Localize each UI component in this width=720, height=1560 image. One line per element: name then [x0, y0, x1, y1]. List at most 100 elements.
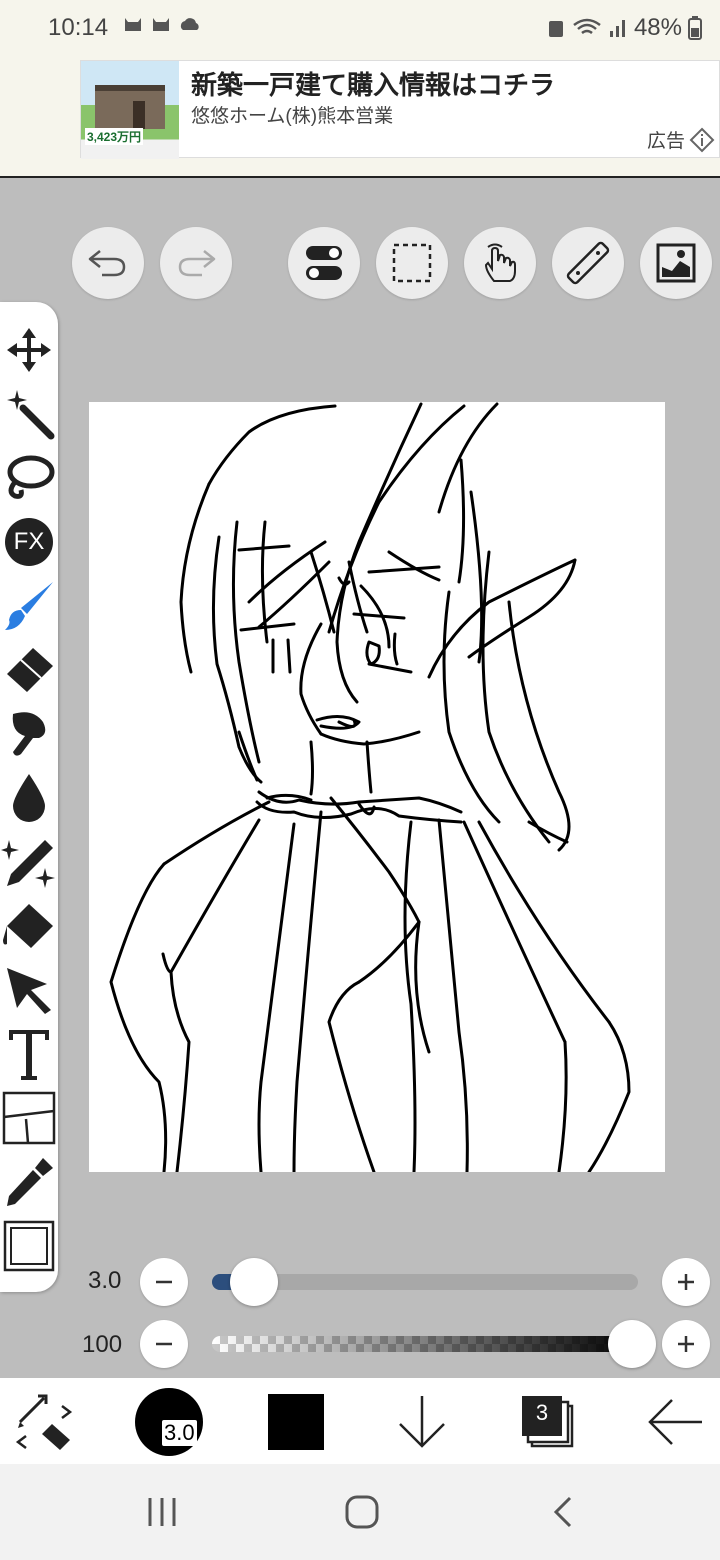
lasso-tool[interactable]	[0, 446, 58, 510]
chevron-left-icon	[553, 1496, 572, 1528]
battery-percent: 48%	[633, 14, 682, 41]
cloud-icon	[180, 18, 199, 30]
image-button[interactable]	[640, 227, 712, 299]
minus-icon	[156, 1280, 172, 1284]
ad-title[interactable]: 新築一戸建て購入情報はコチラ	[191, 65, 555, 102]
smudge-icon	[12, 712, 46, 756]
fill-tool[interactable]	[0, 894, 58, 958]
fx-tool[interactable]: FX	[0, 510, 58, 574]
opacity-slider-gradient	[212, 1336, 638, 1352]
drawing-canvas[interactable]	[89, 402, 665, 1172]
move-icon	[7, 328, 51, 372]
back-button[interactable]	[644, 1392, 706, 1452]
swap-tool-icon	[15, 1394, 73, 1450]
ad-banner[interactable]: 3,423万円 新築一戸建て購入情報はコチラ 悠悠ホーム(株)熊本営業 広告	[0, 58, 720, 178]
recent-apps-button[interactable]	[142, 1494, 182, 1530]
magic-wand-tool[interactable]	[0, 382, 58, 446]
image-icon	[656, 243, 696, 283]
selection-button[interactable]	[376, 227, 448, 299]
size-decrease-button[interactable]	[140, 1258, 188, 1306]
redo-icon	[178, 250, 216, 277]
fill-icon	[3, 904, 53, 948]
hand-icon	[484, 243, 516, 282]
plus-icon	[678, 1336, 694, 1352]
recycle-icon	[548, 21, 563, 37]
arrow-down-icon	[399, 1396, 445, 1448]
brush-size-button[interactable]: 3.0	[135, 1388, 203, 1456]
opacity-value: 100	[82, 1331, 123, 1358]
opacity-slider-track[interactable]	[212, 1336, 638, 1352]
plus-icon	[678, 1274, 694, 1290]
lasso-icon	[7, 455, 55, 499]
fx-icon: FX	[5, 518, 53, 566]
special-brush-tool[interactable]	[0, 830, 58, 894]
pointer-icon	[7, 968, 51, 1014]
tool-panel: FX	[0, 302, 58, 1292]
blur-tool[interactable]	[0, 766, 58, 830]
fx-label: FX	[13, 528, 45, 555]
home-button[interactable]	[344, 1494, 380, 1530]
brush-size-label: 3.0	[162, 1420, 197, 1446]
swap-brush-eraser-button[interactable]	[14, 1392, 74, 1452]
arrow-left-icon	[648, 1399, 702, 1445]
eraser-icon	[7, 648, 53, 692]
size-slider-thumb[interactable]	[229, 1258, 278, 1306]
opacity-increase-button[interactable]	[662, 1320, 710, 1368]
brush-tool[interactable]	[0, 574, 58, 638]
text-icon	[9, 1030, 49, 1080]
text-tool[interactable]	[0, 1022, 58, 1086]
select-pointer-tool[interactable]	[0, 958, 58, 1022]
color-swatch-button[interactable]	[268, 1394, 324, 1450]
selection-icon	[392, 243, 432, 283]
wifi-icon	[573, 18, 601, 35]
droplet-icon	[13, 774, 45, 822]
size-value: 3.0	[88, 1267, 122, 1294]
battery-icon	[688, 16, 702, 40]
status-right: 48%	[546, 14, 702, 42]
notification-icons	[122, 14, 202, 36]
bottom-toolbar: 3.0 3	[0, 1378, 720, 1464]
layers-button[interactable]: 3	[518, 1392, 578, 1452]
info-icon	[689, 127, 715, 152]
smudge-tool[interactable]	[0, 702, 58, 766]
ad-subtitle[interactable]: 悠悠ホーム(株)熊本営業	[191, 101, 393, 128]
ad-price: 3,423万円	[85, 128, 144, 145]
system-nav-bar	[0, 1464, 720, 1560]
frame-divider-tool[interactable]	[0, 1086, 58, 1150]
eyedropper-icon	[7, 1158, 53, 1206]
canvas-icon	[3, 1220, 55, 1272]
status-time: 10:14	[48, 14, 109, 41]
ruler-icon	[566, 241, 610, 285]
touch-button[interactable]	[464, 227, 536, 299]
move-tool[interactable]	[0, 318, 58, 382]
canvas-tool[interactable]	[0, 1214, 58, 1278]
nav-back-button[interactable]	[548, 1494, 578, 1530]
minus-icon	[156, 1342, 172, 1346]
download-button[interactable]	[394, 1392, 450, 1452]
ad-label[interactable]: 広告	[647, 126, 715, 153]
recent-apps-icon	[148, 1498, 176, 1526]
signal-icon	[609, 20, 625, 37]
status-bar: 10:14 48%	[0, 0, 720, 58]
cat-icon	[125, 18, 141, 31]
undo-button[interactable]	[72, 227, 144, 299]
layer-count: 3	[535, 1400, 549, 1425]
opacity-decrease-button[interactable]	[140, 1320, 188, 1368]
opacity-slider-thumb[interactable]	[608, 1320, 656, 1368]
toggle-settings-button[interactable]	[288, 227, 360, 299]
home-icon	[345, 1495, 379, 1529]
size-increase-button[interactable]	[662, 1258, 710, 1306]
magic-wand-icon	[7, 390, 55, 440]
sparkle-brush-icon	[1, 840, 55, 888]
ad-label-text: 広告	[646, 131, 685, 152]
undo-icon	[88, 250, 126, 277]
frame-divider-icon	[2, 1091, 56, 1145]
cat-icon	[153, 18, 169, 31]
ruler-button[interactable]	[552, 227, 624, 299]
eraser-tool[interactable]	[0, 638, 58, 702]
ad-box[interactable]: 3,423万円 新築一戸建て購入情報はコチラ 悠悠ホーム(株)熊本営業 広告	[80, 60, 720, 159]
redo-button[interactable]	[160, 227, 232, 299]
eyedropper-tool[interactable]	[0, 1150, 58, 1214]
brush-icon	[5, 582, 53, 630]
ad-house-image[interactable]: 3,423万円	[81, 61, 179, 159]
